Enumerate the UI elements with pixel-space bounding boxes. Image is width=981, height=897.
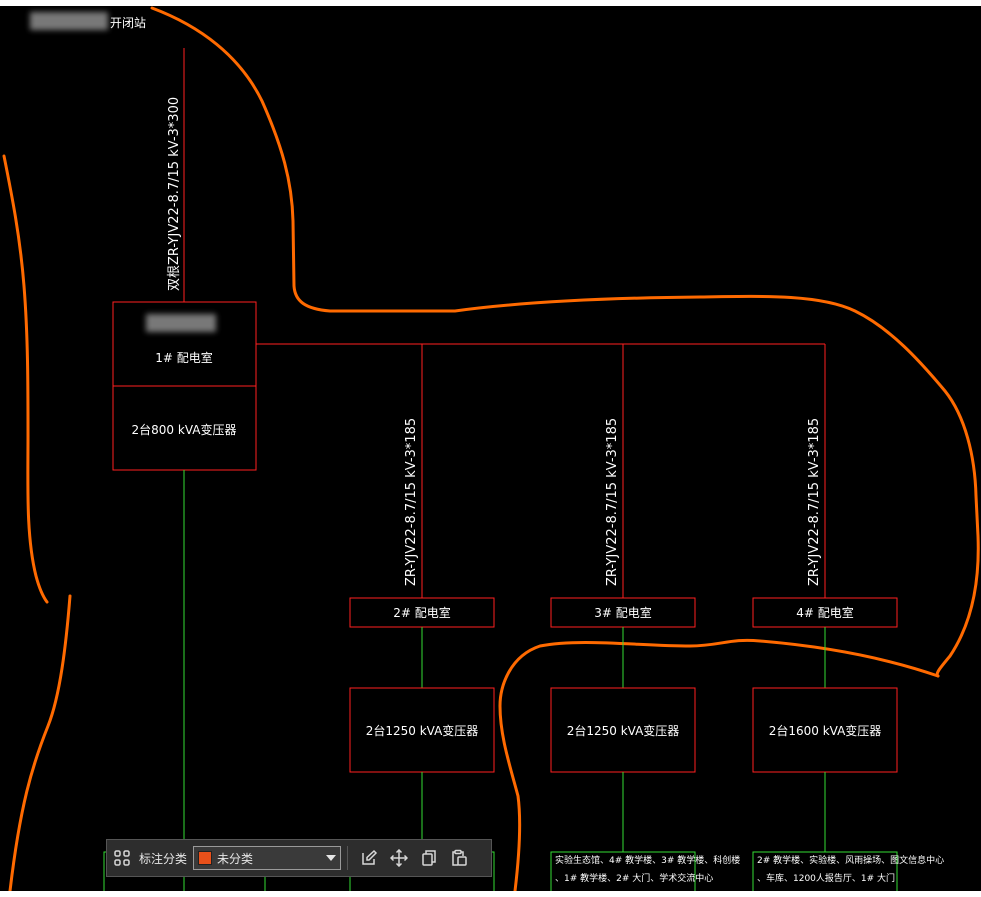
category-selected-value: 未分类 (217, 851, 254, 866)
load-4-line-1: 2# 教学楼、实验楼、风雨操场、图文信息中心 (757, 854, 944, 866)
move-icon[interactable] (384, 843, 414, 873)
move-icon-glyph (390, 849, 409, 867)
room1-transformer: 2台800 kVA变压器 (132, 422, 237, 437)
boundary-curve-bottom-left (8, 594, 72, 891)
transformer-2-label: 2台1250 kVA变压器 (366, 723, 479, 738)
annotation-toolbar: 标注分类 未分类 (106, 839, 492, 877)
edit-icon-glyph (362, 849, 378, 865)
copy-icon[interactable] (414, 843, 444, 873)
copy-icon-glyph (422, 850, 436, 866)
paste-icon-glyph (452, 849, 467, 866)
branch-2-cable-label: ZR-YJV22-8.7/15 kV-3*185 (404, 418, 419, 586)
load-4-line-2: 、车库、1200人报告厅、1# 大门 (757, 872, 895, 884)
substation-label: 开闭站 (110, 16, 147, 30)
boundary-curve-bottom (498, 638, 940, 891)
boundary-curve-left (2, 154, 49, 604)
cad-drawing-canvas[interactable]: 双根ZR-YJV22-8.7/15 kV-3*300 1# 配电室 2台800 … (0, 6, 981, 891)
room-3-name: 3# 配电室 (594, 605, 652, 620)
room-2-name: 2# 配电室 (393, 605, 451, 620)
boundary-curve-main (150, 6, 980, 678)
load-3-line-2: 、1# 教学楼、2# 大门、学术交流中心 (555, 872, 713, 884)
redacted-text-room1 (146, 314, 216, 332)
branch-3-cable-label: ZR-YJV22-8.7/15 kV-3*185 (605, 418, 620, 586)
grid-icon[interactable] (107, 843, 137, 873)
category-label: 标注分类 (139, 851, 188, 866)
load-3-line-1: 实验生态馆、4# 教学楼、3# 教学楼、科创楼 (555, 854, 740, 866)
transformer-4-label: 2台1600 kVA变压器 (769, 723, 882, 738)
category-select[interactable]: 未分类 (193, 846, 342, 870)
single-line-diagram: 双根ZR-YJV22-8.7/15 kV-3*300 1# 配电室 2台800 … (2, 6, 980, 891)
category-color-swatch (198, 851, 213, 865)
main-cable-label: 双根ZR-YJV22-8.7/15 kV-3*300 (167, 97, 182, 291)
transformer-3-label: 2台1250 kVA变压器 (567, 723, 680, 738)
chevron-down-icon (326, 855, 337, 861)
branch-4-cable-label: ZR-YJV22-8.7/15 kV-3*185 (807, 418, 822, 586)
room-4-name: 4# 配电室 (796, 605, 854, 620)
paste-icon[interactable] (444, 843, 474, 873)
room1-name: 1# 配电室 (155, 350, 213, 365)
toolbar-divider (347, 846, 349, 870)
grid-icon-glyph (114, 850, 130, 866)
redacted-text-top (30, 12, 108, 30)
edit-icon[interactable] (354, 843, 384, 873)
